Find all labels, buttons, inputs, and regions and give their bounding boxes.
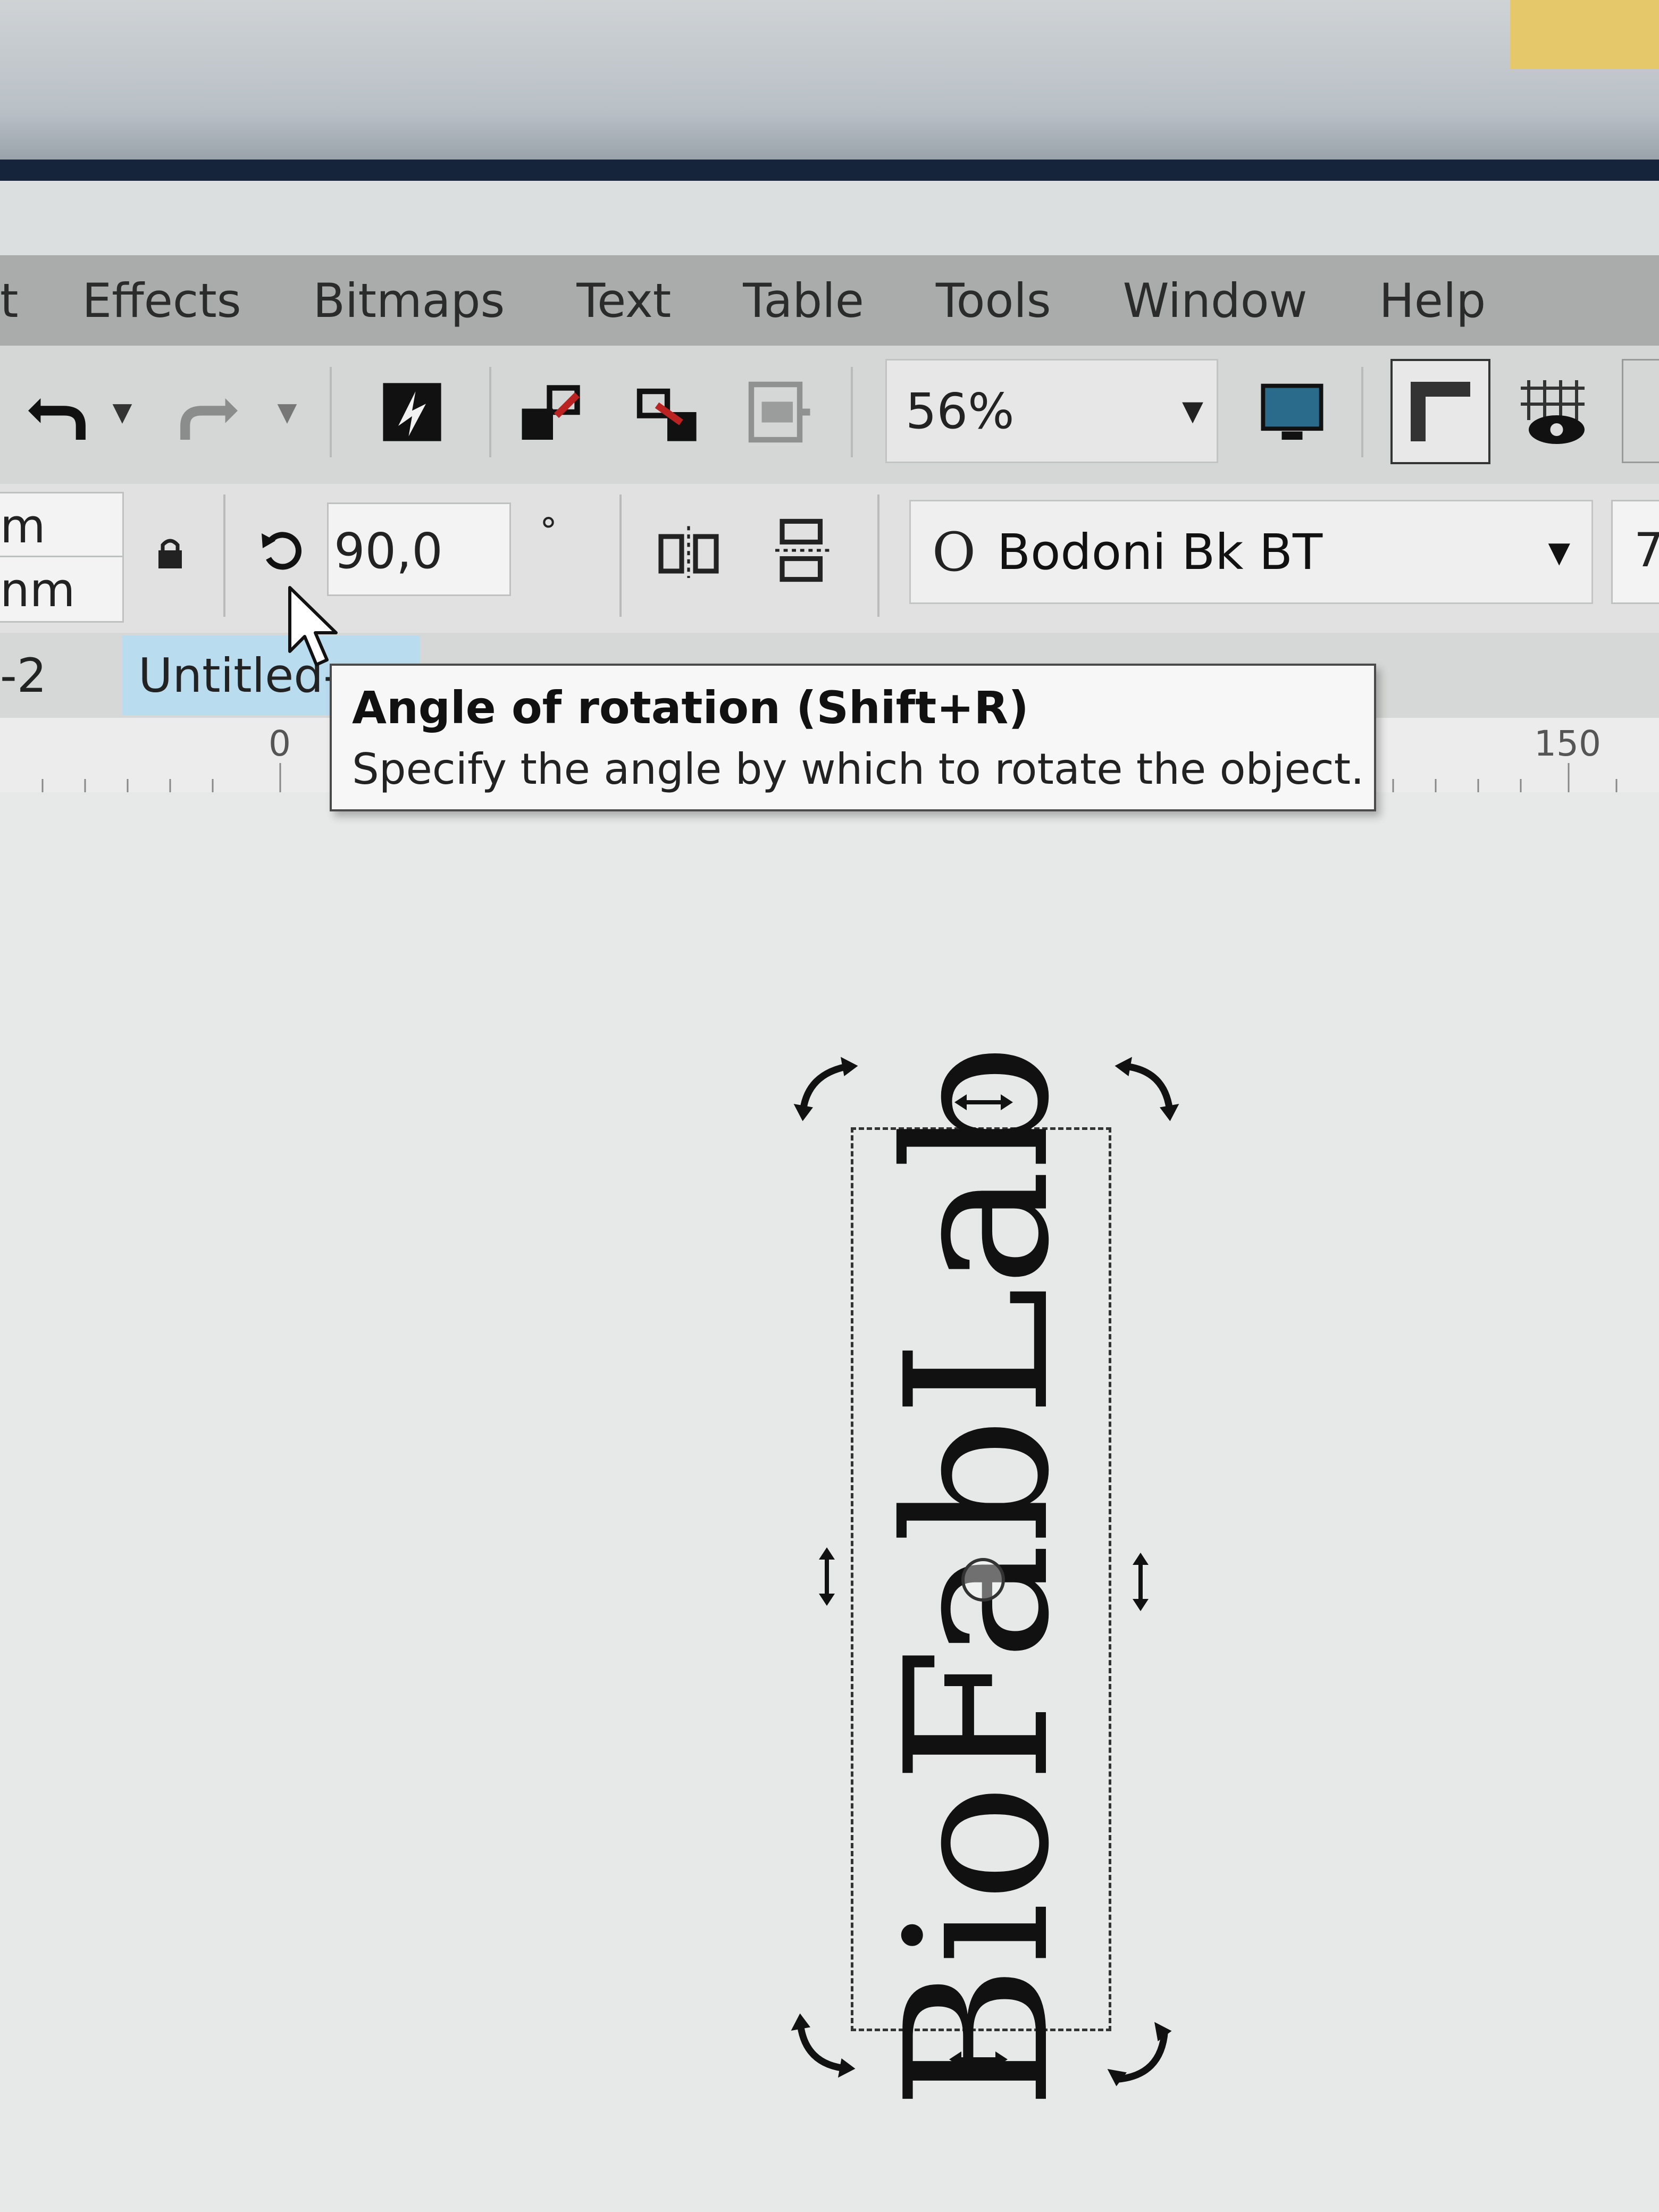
rotate-handle-top-right[interactable] — [1111, 1055, 1180, 1136]
height-unit-text: nm — [0, 563, 76, 617]
background-object — [1510, 0, 1659, 69]
undo-icon — [28, 398, 86, 440]
toolbar-separator — [489, 367, 491, 457]
menu-item-tools[interactable]: Tools — [936, 273, 1051, 328]
menu-item-help[interactable]: Help — [1379, 273, 1486, 328]
toolbar-separator — [619, 495, 622, 617]
double-arrow-horizontal-icon — [949, 2051, 1008, 2067]
rotation-angle-value: 90,0 — [334, 523, 443, 580]
font-name-value: Bodoni Bk BT — [996, 523, 1323, 581]
lock-ratio-button[interactable] — [149, 526, 191, 580]
drawing-canvas[interactable] — [0, 792, 1659, 2212]
chevron-down-icon: ▼ — [277, 397, 297, 427]
window-title-area — [0, 181, 1659, 255]
tooltip-description: Specify the angle by which to rotate the… — [352, 744, 1364, 794]
rotation-tooltip: Angle of rotation (Shift+R) Specify the … — [330, 664, 1376, 811]
rotate-handle-bottom-left[interactable] — [790, 2010, 859, 2091]
grid-eye-icon — [1521, 380, 1585, 444]
curved-arrow-icon — [1107, 2022, 1172, 2087]
undo-button[interactable] — [16, 372, 96, 452]
menu-item-partial[interactable]: t — [0, 273, 19, 328]
show-grid-button[interactable] — [1505, 367, 1601, 457]
document-tab-label: -2 — [0, 648, 47, 703]
show-rulers-button[interactable] — [1390, 359, 1490, 464]
tooltip-title: Angle of rotation (Shift+R) — [352, 682, 1029, 734]
chevron-down-icon: ▼ — [112, 397, 132, 427]
mirror-vertical-button[interactable] — [763, 510, 843, 590]
zoom-level-value: 56% — [906, 382, 1015, 440]
mirror-vertical-icon — [775, 518, 831, 582]
curved-arrow-icon — [791, 2013, 856, 2078]
menu-item-bitmaps[interactable]: Bitmaps — [313, 273, 505, 328]
degree-symbol: ° — [540, 510, 557, 551]
skew-handle-top[interactable] — [952, 1074, 1016, 1130]
import-icon — [522, 385, 580, 440]
skew-handle-bottom[interactable] — [946, 2031, 1010, 2087]
chevron-down-icon: ▼ — [1182, 395, 1203, 427]
rotate-handle-top-left[interactable] — [792, 1055, 861, 1136]
chevron-down-icon: ▼ — [1548, 535, 1570, 569]
lock-icon — [158, 539, 182, 568]
export-to-button[interactable] — [739, 372, 819, 452]
menu-item-effects[interactable]: Effects — [82, 273, 241, 328]
pdf-icon — [383, 383, 441, 441]
double-arrow-vertical-icon — [1133, 1553, 1149, 1611]
toolbar-separator — [877, 495, 879, 617]
toolbar-separator — [1361, 367, 1363, 457]
double-arrow-vertical-icon — [819, 1547, 835, 1606]
rulers-icon — [1411, 382, 1470, 441]
publish-pdf-button[interactable] — [367, 367, 457, 457]
skew-handle-left[interactable] — [811, 1545, 843, 1620]
mirror-horizontal-icon — [658, 526, 719, 578]
menu-item-text[interactable]: Text — [576, 273, 671, 328]
menu-item-window[interactable]: Window — [1123, 273, 1308, 328]
font-list-dropdown[interactable]: O Bodoni Bk BT ▼ — [909, 500, 1593, 604]
font-size-field[interactable]: 7 — [1611, 500, 1659, 604]
opentype-font-icon: O — [932, 521, 976, 583]
import-button[interactable] — [513, 372, 593, 452]
export-button[interactable] — [627, 372, 707, 452]
skew-handle-right[interactable] — [1125, 1550, 1157, 1626]
redo-dropdown[interactable]: ▼ — [269, 393, 306, 431]
ruler-label-0: 0 — [269, 723, 291, 764]
redo-icon — [180, 398, 238, 440]
mouse-pointer-icon — [287, 585, 340, 672]
redo-button[interactable] — [170, 372, 250, 452]
document-tab[interactable]: -2 — [0, 635, 117, 715]
export-icon — [636, 388, 697, 441]
menu-item-table[interactable]: Table — [743, 273, 864, 328]
mirror-horizontal-button[interactable] — [649, 510, 728, 590]
zoom-level-dropdown[interactable]: 56% ▼ — [885, 359, 1218, 463]
rotate-icon — [262, 532, 301, 570]
double-arrow-horizontal-icon — [954, 1094, 1013, 1110]
object-width-field[interactable]: m — [0, 492, 124, 559]
export-to-icon — [748, 381, 810, 443]
font-size-value: 7 — [1634, 523, 1659, 577]
full-screen-preview-button[interactable] — [1250, 367, 1335, 457]
rotation-angle-input[interactable]: 90,0 — [327, 502, 511, 596]
curved-arrow-icon — [1115, 1057, 1179, 1121]
toolbar-separator — [223, 495, 225, 617]
rotate-handle-bottom-right[interactable] — [1106, 2021, 1175, 2101]
toolbar-separator — [851, 367, 853, 457]
monitor-icon — [1261, 383, 1323, 440]
undo-dropdown[interactable]: ▼ — [104, 393, 141, 431]
ruler-label-150: 150 — [1534, 723, 1601, 764]
rotation-icon-label — [250, 518, 314, 582]
toolbar-button-partial[interactable] — [1622, 359, 1659, 463]
window-title-strip — [0, 160, 1659, 181]
curved-arrow-icon — [793, 1057, 858, 1121]
width-unit-text: m — [0, 499, 46, 554]
monitor-bezel — [0, 0, 1659, 160]
object-height-field[interactable]: nm — [0, 556, 124, 623]
toolbar-separator — [330, 367, 332, 457]
rotation-center-marker[interactable] — [961, 1558, 1005, 1602]
menu-bar: t Effects Bitmaps Text Table Tools Windo… — [0, 255, 1659, 346]
